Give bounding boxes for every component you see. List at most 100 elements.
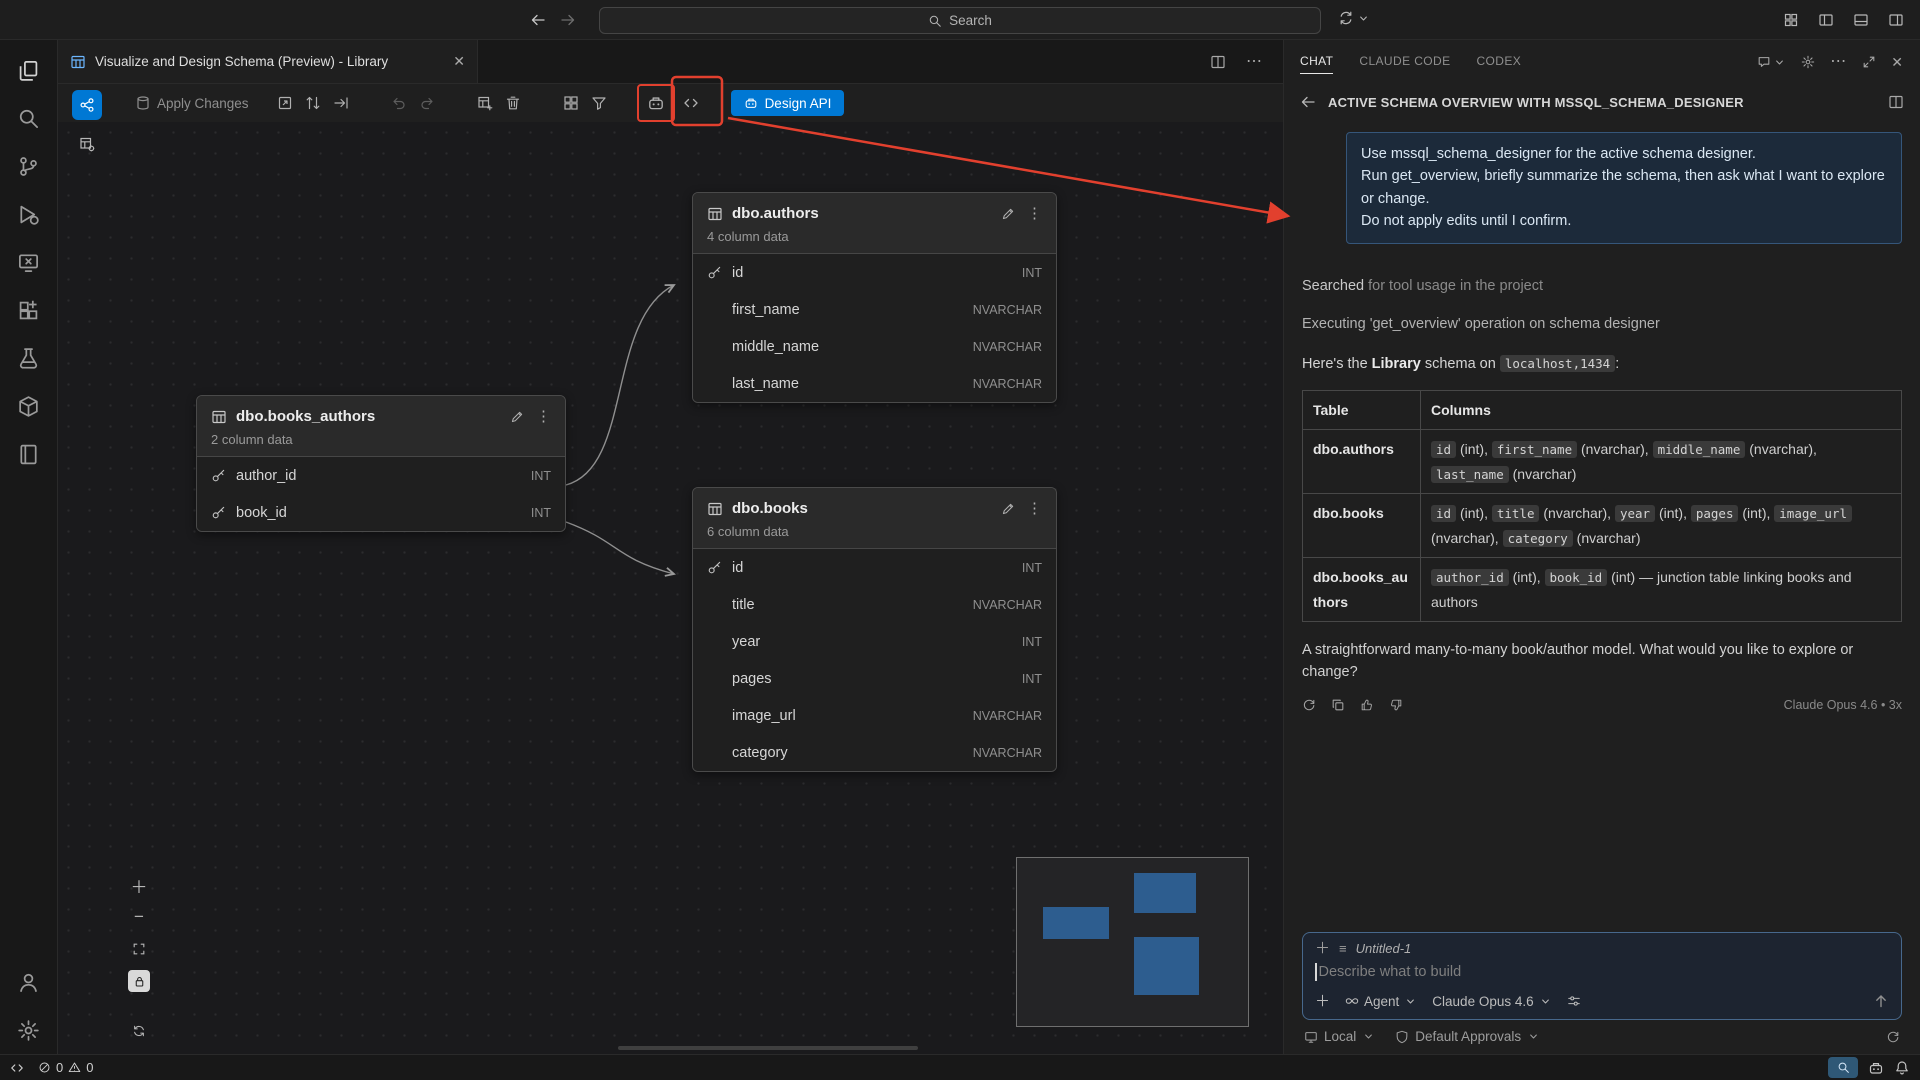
- chat-more-actions-icon[interactable]: ⋯: [1830, 54, 1847, 70]
- close-chat-icon[interactable]: ✕: [1891, 55, 1904, 69]
- column-row[interactable]: idINT: [693, 549, 1056, 586]
- column-row[interactable]: first_nameNVARCHAR: [693, 291, 1056, 328]
- sidebar-item-source-control[interactable]: [0, 142, 57, 190]
- sidebar-item-testing[interactable]: [0, 334, 57, 382]
- column-row[interactable]: titleNVARCHAR: [693, 586, 1056, 623]
- table-menu-icon[interactable]: ⋮: [536, 409, 551, 424]
- auto-layout-icon[interactable]: [557, 89, 585, 117]
- tab-claude-code[interactable]: CLAUDE CODE: [1359, 50, 1450, 74]
- sidebar-item-database-projects[interactable]: [0, 382, 57, 430]
- table-menu-icon[interactable]: ⋮: [1027, 501, 1042, 516]
- copilot-icon[interactable]: [644, 91, 668, 115]
- attach-icon[interactable]: ＋: [1315, 994, 1330, 1009]
- edit-table-icon[interactable]: [1001, 502, 1015, 516]
- split-editor-icon[interactable]: [1210, 54, 1226, 70]
- schema-canvas[interactable]: ＋ − dbo.authors⋮4 column dataidINTfirst_…: [58, 122, 1283, 1054]
- toggle-secondary-sidebar-icon[interactable]: [1888, 12, 1904, 28]
- zoom-out-button[interactable]: −: [128, 906, 150, 928]
- column-row[interactable]: book_idINT: [197, 494, 565, 531]
- chat-message-list[interactable]: Use mssql_schema_designer for the active…: [1284, 120, 1920, 922]
- column-row[interactable]: author_idINT: [197, 457, 565, 494]
- prompt-input[interactable]: Describe what to build: [1303, 958, 1901, 988]
- schema-table-node-books_authors[interactable]: dbo.books_authors⋮2 column dataauthor_id…: [196, 395, 566, 532]
- session-refresh-icon[interactable]: [1886, 1030, 1900, 1044]
- zoom-status-button[interactable]: [1828, 1057, 1858, 1078]
- model-picker[interactable]: Claude Opus 4.6: [1432, 994, 1551, 1009]
- back-icon[interactable]: [1300, 94, 1316, 110]
- sidebar-item-remote-explorer[interactable]: [0, 238, 57, 286]
- thumbs-down-icon[interactable]: [1389, 698, 1403, 712]
- copy-icon[interactable]: [1331, 698, 1345, 712]
- close-tab-icon[interactable]: ✕: [453, 53, 465, 70]
- tab-chat[interactable]: CHAT: [1300, 50, 1333, 74]
- customize-layout-icon[interactable]: [1783, 12, 1799, 28]
- regenerate-icon[interactable]: [1302, 698, 1316, 712]
- navigate-forward-icon[interactable]: [560, 12, 576, 28]
- export-icon[interactable]: [327, 89, 355, 117]
- notifications-bell-icon[interactable]: [1894, 1060, 1910, 1076]
- redo-icon[interactable]: [413, 89, 441, 117]
- tools-sliders-icon[interactable]: [1567, 994, 1581, 1008]
- add-context-icon[interactable]: ＋: [1315, 941, 1330, 956]
- maximize-chat-icon[interactable]: [1862, 55, 1876, 69]
- schema-table-node-authors[interactable]: dbo.authors⋮4 column dataidINTfirst_name…: [692, 192, 1057, 403]
- remote-indicator[interactable]: [10, 1061, 24, 1075]
- column-row[interactable]: categoryNVARCHAR: [693, 734, 1056, 771]
- sidebar-item-explorer[interactable]: [0, 46, 57, 94]
- problems-indicator[interactable]: 0 0: [38, 1060, 93, 1075]
- mode-picker[interactable]: Agent: [1345, 994, 1417, 1009]
- fit-view-button[interactable]: [128, 938, 150, 960]
- table-node-header[interactable]: dbo.authors⋮4 column data: [693, 193, 1056, 254]
- sidebar-item-search[interactable]: [0, 94, 57, 142]
- sidebar-item-notebooks[interactable]: [0, 430, 57, 478]
- undo-icon[interactable]: [385, 89, 413, 117]
- schema-compare-icon[interactable]: [299, 89, 327, 117]
- toggle-sidebar-icon[interactable]: [1818, 12, 1834, 28]
- column-row[interactable]: middle_nameNVARCHAR: [693, 328, 1056, 365]
- session-loop-button[interactable]: [1338, 10, 1370, 26]
- column-row[interactable]: last_nameNVARCHAR: [693, 365, 1056, 402]
- canvas-minimap[interactable]: [1016, 857, 1249, 1027]
- table-menu-icon[interactable]: ⋮: [1027, 206, 1042, 221]
- send-icon[interactable]: [1873, 993, 1889, 1009]
- apply-changes-button[interactable]: Apply Changes: [135, 95, 249, 111]
- copilot-status-icon[interactable]: [1868, 1060, 1884, 1076]
- open-in-editor-icon[interactable]: [271, 89, 299, 117]
- edit-table-icon[interactable]: [1001, 207, 1015, 221]
- chat-settings-gear-icon[interactable]: [1801, 55, 1815, 69]
- chat-input-box[interactable]: ＋ ≡ Untitled-1 Describe what to build ＋ …: [1302, 932, 1902, 1020]
- settings-button[interactable]: [0, 1006, 57, 1054]
- toggle-panel-icon[interactable]: [1853, 12, 1869, 28]
- command-center-search[interactable]: Search: [599, 7, 1321, 34]
- view-code-icon[interactable]: [677, 89, 705, 117]
- context-file-name[interactable]: Untitled-1: [1356, 941, 1412, 956]
- schema-table-node-books[interactable]: dbo.books⋮6 column dataidINTtitleNVARCHA…: [692, 487, 1057, 772]
- tab-schema-designer[interactable]: Visualize and Design Schema (Preview) - …: [58, 40, 478, 83]
- open-chat-in-editor-icon[interactable]: [1888, 94, 1904, 110]
- edit-table-icon[interactable]: [510, 410, 524, 424]
- thumbs-up-icon[interactable]: [1360, 698, 1374, 712]
- more-actions-icon[interactable]: ⋯: [1246, 54, 1263, 70]
- canvas-horizontal-scrollbar[interactable]: [618, 1046, 918, 1050]
- tab-codex[interactable]: CODEX: [1476, 50, 1521, 74]
- chat-mode-button[interactable]: [1757, 55, 1786, 69]
- navigate-back-icon[interactable]: [530, 12, 546, 28]
- environment-picker[interactable]: Local: [1304, 1029, 1375, 1044]
- column-row[interactable]: pagesINT: [693, 660, 1056, 697]
- table-node-header[interactable]: dbo.books⋮6 column data: [693, 488, 1056, 549]
- schema-diagram-view-button[interactable]: [72, 90, 102, 120]
- zoom-in-button[interactable]: ＋: [128, 874, 150, 896]
- table-designer-view-button[interactable]: [72, 129, 102, 159]
- add-table-icon[interactable]: [471, 89, 499, 117]
- filter-icon[interactable]: [585, 89, 613, 117]
- table-node-header[interactable]: dbo.books_authors⋮2 column data: [197, 396, 565, 457]
- lock-canvas-button[interactable]: [128, 970, 150, 992]
- sidebar-item-extensions[interactable]: [0, 286, 57, 334]
- column-row[interactable]: image_urlNVARCHAR: [693, 697, 1056, 734]
- tool-step-searched[interactable]: Searched for tool usage in the project: [1302, 278, 1902, 294]
- sidebar-item-run-debug[interactable]: [0, 190, 57, 238]
- refresh-layout-button[interactable]: [128, 1020, 150, 1042]
- column-row[interactable]: idINT: [693, 254, 1056, 291]
- delete-icon[interactable]: [499, 89, 527, 117]
- design-api-button[interactable]: Design API: [731, 90, 845, 116]
